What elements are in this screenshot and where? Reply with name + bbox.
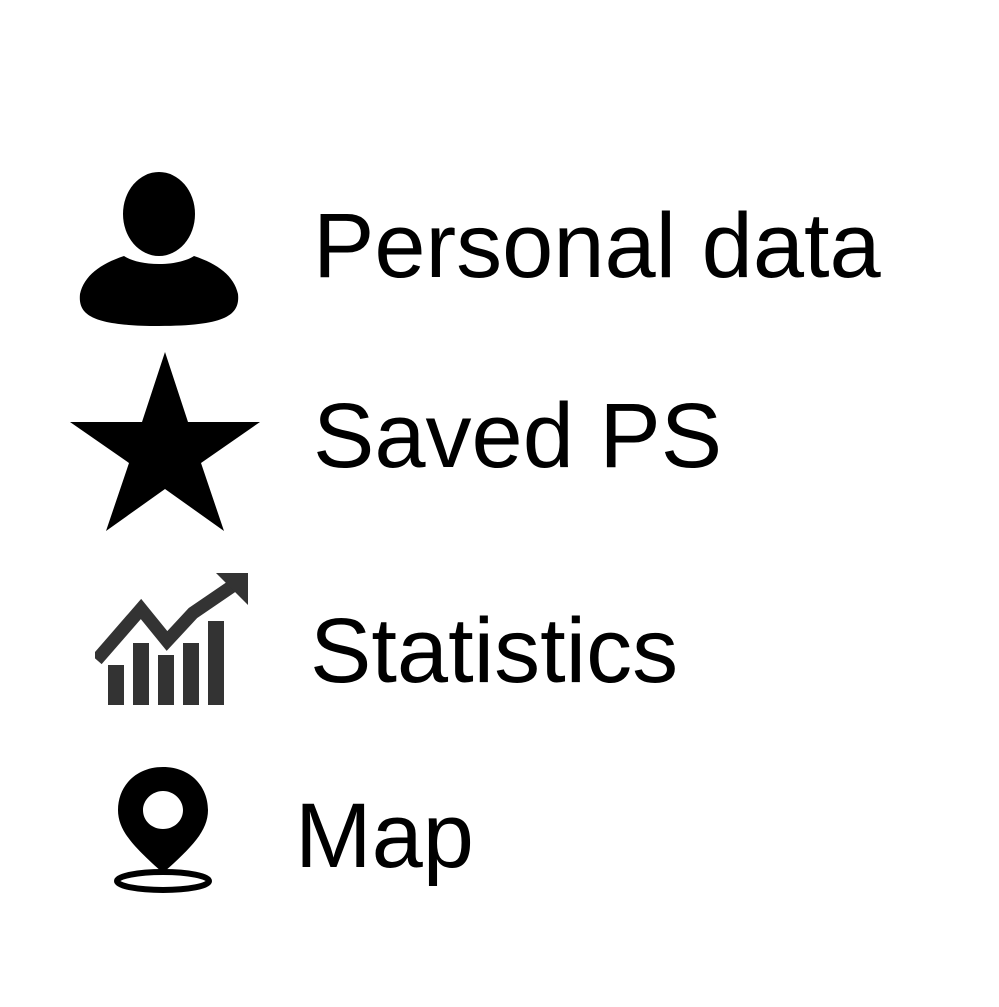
menu-item-label: Saved PS — [313, 385, 723, 487]
menu-list: Personal data Saved PS Statistics Map — [0, 0, 999, 1007]
menu-item-statistics[interactable]: Statistics — [0, 565, 999, 755]
menu-item-map[interactable]: Map — [0, 760, 999, 950]
menu-item-saved-ps[interactable]: Saved PS — [0, 345, 999, 535]
menu-item-label: Statistics — [310, 600, 679, 702]
menu-item-personal-data[interactable]: Personal data — [0, 160, 999, 350]
chart-trend-icon — [95, 573, 250, 705]
menu-item-label: Map — [295, 785, 474, 887]
star-icon — [70, 350, 260, 532]
user-icon — [78, 172, 240, 328]
map-pin-icon — [112, 765, 214, 893]
menu-item-label: Personal data — [313, 195, 881, 297]
